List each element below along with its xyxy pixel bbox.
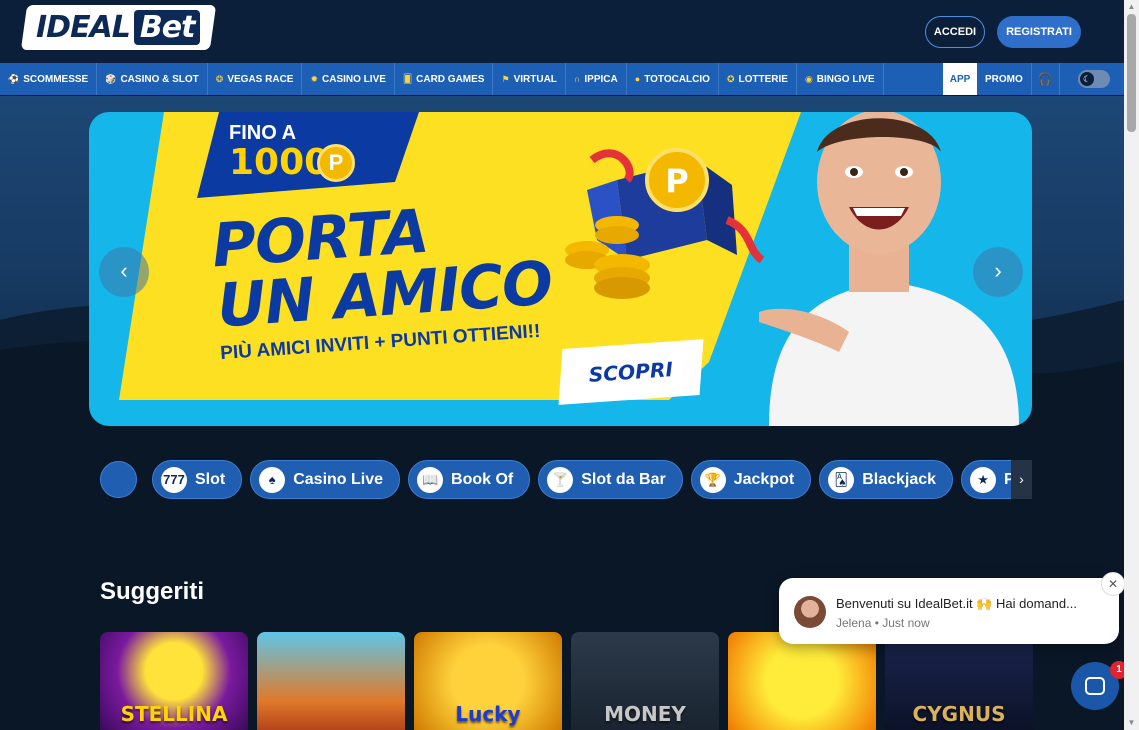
nav-promo-link[interactable]: PROMO (977, 63, 1032, 95)
nav-item-casino-live[interactable]: ✹ CASINO LIVE (302, 63, 395, 95)
cocktail-icon: 🍸 (547, 466, 574, 493)
moon-icon: ☾ (1080, 72, 1094, 86)
game-tile-money[interactable]: MONEY (571, 632, 719, 730)
horseshoe-icon: ∩ (573, 74, 581, 84)
nav-item-label: SCOMMESSE (23, 73, 89, 85)
flag-icon: ⚑ (501, 73, 510, 84)
nav-item-virtual[interactable]: ⚑ VIRTUAL (493, 63, 566, 95)
ball-icon: ● (634, 74, 641, 84)
game-tile-chef[interactable] (257, 632, 405, 730)
register-button[interactable]: REGISTRATI (997, 16, 1081, 48)
roulette-icon: ✹ (310, 73, 319, 84)
nav-item-casino-slot[interactable]: 🎲 CASINO & SLOT (97, 63, 208, 95)
lottery-icon: ✪ (726, 73, 735, 84)
nav-item-label: BINGO LIVE (816, 73, 875, 85)
chat-meta: Jelena • Just now (836, 616, 930, 630)
category-chip-casino-live[interactable]: ♠ Casino Live (250, 460, 401, 499)
chevron-right-icon[interactable]: › (1011, 460, 1032, 499)
category-home-chip[interactable] (100, 461, 137, 498)
category-chip-list: 777 Slot ♠ Casino Live 📖 Book Of 🍸 Slot da Bar 🏆… (152, 460, 1032, 499)
spade-icon: ♠ (259, 466, 286, 493)
nav-item-totocalcio[interactable]: ● TOTOCALCIO (627, 63, 719, 95)
banner-cta-button[interactable]: SCOPRI (558, 339, 704, 405)
game-tile-cygnus[interactable]: CYGNUS (885, 632, 1033, 730)
chat-message-popup[interactable]: Benvenuti su IdealBet.it 🙌 Hai domand...… (779, 578, 1119, 644)
scroll-up-arrow[interactable]: ▲ (1124, 0, 1139, 14)
nav-item-scommesse[interactable]: ⚽ SCOMMESSE (0, 63, 98, 95)
nav-app-link[interactable]: APP (943, 63, 977, 95)
nav-item-vegas-race[interactable]: ❂ VEGAS RACE (208, 63, 303, 95)
gift-box-illustration: P (565, 148, 765, 299)
dice-icon: 🎲 (105, 73, 117, 84)
trophy-icon: 🏆 (699, 466, 726, 493)
carousel-next-button[interactable]: › (973, 247, 1023, 297)
banner-amount: 1000 (229, 142, 330, 183)
nav-item-label: IPPICA (584, 73, 618, 85)
nav-item-ippica[interactable]: ∩ IPPICA (566, 63, 627, 95)
scrollbar-thumb[interactable] (1127, 14, 1136, 132)
game-tile-label: STELLINA (120, 702, 228, 726)
nav-right-group: APP PROMO 🎧 (943, 63, 1060, 95)
cards-icon: 🂡 (828, 466, 855, 493)
category-chip-label: Slot da Bar (581, 470, 666, 488)
points-coin-icon: P (317, 144, 355, 182)
headset-icon[interactable]: 🎧 (1032, 63, 1060, 95)
category-chip-label: Book Of (451, 470, 514, 488)
login-button[interactable]: ACCEDI (925, 16, 985, 48)
bingo-icon: ◉ (804, 73, 813, 84)
scroll-down-arrow[interactable]: ▼ (1124, 716, 1139, 730)
game-tile-label: CYGNUS (912, 702, 1006, 726)
carousel-prev-button[interactable]: ‹ (99, 247, 149, 297)
main-navigation: ⚽ SCOMMESSE 🎲 CASINO & SLOT ❂ VEGAS RACE ✹ CASI… (0, 63, 1124, 95)
top-header: IDEAL Bet ACCEDI REGISTRATI (0, 0, 1124, 63)
category-chip-slot-da-bar[interactable]: 🍸 Slot da Bar (538, 460, 683, 499)
game-tile-stellina[interactable]: STELLINA (100, 632, 248, 730)
category-chip-slot[interactable]: 777 Slot (152, 460, 243, 499)
nav-item-label: VIRTUAL (513, 73, 557, 85)
close-icon[interactable]: ✕ (1101, 572, 1125, 596)
cards-icon: 🂠 (402, 73, 413, 84)
category-chip-label: Blackjack (862, 470, 937, 488)
nav-item-label: LOTTERIE (738, 73, 788, 85)
chat-icon (1085, 677, 1105, 695)
svg-text:P: P (665, 162, 688, 200)
nav-item-bingo-live[interactable]: ◉ BINGO LIVE (797, 63, 884, 95)
category-chip-blackjack[interactable]: 🂡 Blackjack (819, 460, 954, 499)
section-title: Suggeriti (100, 578, 205, 605)
category-chip-jackpot[interactable]: 🏆 Jackpot (690, 460, 812, 499)
nav-item-label: CASINO LIVE (322, 73, 386, 85)
nav-item-lotterie[interactable]: ✪ LOTTERIE (719, 63, 797, 95)
category-chip-label: Jackpot (733, 470, 795, 488)
soccer-ball-icon: ⚽ (8, 73, 20, 84)
nav-item-label: TOTOCALCIO (644, 73, 710, 85)
nav-item-card-games[interactable]: 🂠 CARD GAMES (395, 63, 494, 95)
book-icon: 📖 (417, 466, 444, 493)
promo-banner[interactable]: FINO A 1000 P P PORTA UN AMICO PIÙ AMICI… (89, 112, 1032, 426)
category-chip-label: Slot (195, 470, 226, 488)
nav-item-label: CASINO & SLOT (120, 73, 199, 85)
avatar (794, 596, 826, 628)
game-tile-label: Lucky (455, 702, 521, 726)
chip-icon: ❂ (215, 73, 224, 84)
nav-item-label: VEGAS RACE (227, 73, 294, 85)
category-chip-label: Casino Live (293, 470, 384, 488)
game-list: STELLINA Lucky MONEY CYGNUS (100, 632, 1033, 730)
slot-machine-icon: 777 (161, 466, 187, 493)
star-icon: ★ (970, 466, 997, 493)
game-tile-lucky[interactable]: Lucky (414, 632, 562, 730)
game-tile-clover[interactable] (728, 632, 876, 730)
nav-item-label: CARD GAMES (416, 73, 485, 85)
game-tile-label: MONEY (604, 702, 686, 726)
ideal-bet-logo[interactable]: IDEAL Bet (20, 5, 217, 50)
chat-message-text: Benvenuti su IdealBet.it 🙌 Hai domand... (836, 596, 1077, 611)
category-chip-book-of[interactable]: 📖 Book Of (408, 460, 531, 499)
theme-toggle[interactable]: ☾ (1078, 70, 1110, 88)
